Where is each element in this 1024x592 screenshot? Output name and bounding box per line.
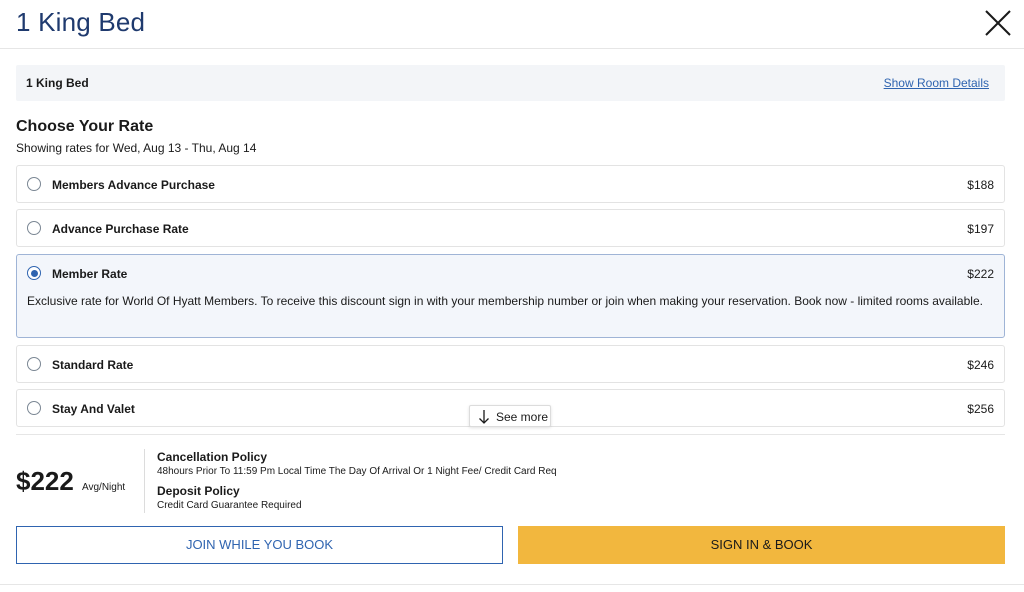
see-more-label: See more [496, 410, 549, 424]
rate-price: $256 [967, 402, 994, 416]
price-policy-divider [144, 449, 145, 513]
deposit-policy-title: Deposit Policy [157, 484, 240, 498]
close-button[interactable] [982, 7, 1014, 39]
modal-bottom-border [0, 584, 1024, 585]
price-unit: Avg/Night [82, 482, 126, 493]
modal-header: 1 King Bed [0, 0, 1024, 49]
join-while-you-book-button[interactable]: JOIN WHILE YOU BOOK [16, 526, 503, 564]
rate-price: $222 [967, 267, 994, 281]
deposit-policy-text: Credit Card Guarantee Required [157, 500, 302, 511]
rate-name: Members Advance Purchase [52, 178, 215, 192]
show-room-details-link[interactable]: Show Room Details [884, 76, 989, 90]
room-name: 1 King Bed [26, 76, 89, 90]
rate-dates: Showing rates for Wed, Aug 13 - Thu, Aug… [16, 141, 257, 155]
rate-name: Advance Purchase Rate [52, 222, 189, 236]
rate-option-member-rate[interactable]: Member Rate $222 Exclusive rate for Worl… [16, 254, 1005, 338]
sign-in-and-book-button[interactable]: SIGN IN & BOOK [518, 526, 1005, 564]
room-summary-bar: 1 King Bed Show Room Details [16, 65, 1005, 101]
rate-description: Exclusive rate for World Of Hyatt Member… [27, 294, 983, 308]
rate-radio[interactable] [27, 401, 41, 415]
arrow-down-icon [479, 410, 489, 424]
modal-title: 1 King Bed [16, 7, 146, 37]
rate-radio-selected[interactable] [27, 266, 41, 280]
selected-price: $222 [16, 466, 74, 496]
rate-option-members-advance-purchase[interactable]: Members Advance Purchase $188 [16, 165, 1005, 203]
rate-price: $246 [967, 358, 994, 372]
rate-name: Member Rate [52, 267, 128, 281]
rate-name: Standard Rate [52, 358, 134, 372]
close-icon [985, 10, 1011, 36]
rate-price: $188 [967, 178, 994, 192]
rate-option-standard-rate[interactable]: Standard Rate $246 [16, 345, 1005, 383]
rate-option-advance-purchase[interactable]: Advance Purchase Rate $197 [16, 209, 1005, 247]
choose-rate-heading: Choose Your Rate [16, 118, 154, 135]
cancellation-policy-title: Cancellation Policy [157, 450, 268, 464]
rate-radio[interactable] [27, 221, 41, 235]
rate-name: Stay And Valet [52, 402, 135, 416]
see-more-button[interactable]: See more [469, 405, 551, 427]
rate-radio[interactable] [27, 357, 41, 371]
cancellation-policy-text: 48hours Prior To 11:59 Pm Local Time The… [157, 466, 557, 477]
section-divider [16, 434, 1005, 435]
rate-price: $197 [967, 222, 994, 236]
rate-radio[interactable] [27, 177, 41, 191]
